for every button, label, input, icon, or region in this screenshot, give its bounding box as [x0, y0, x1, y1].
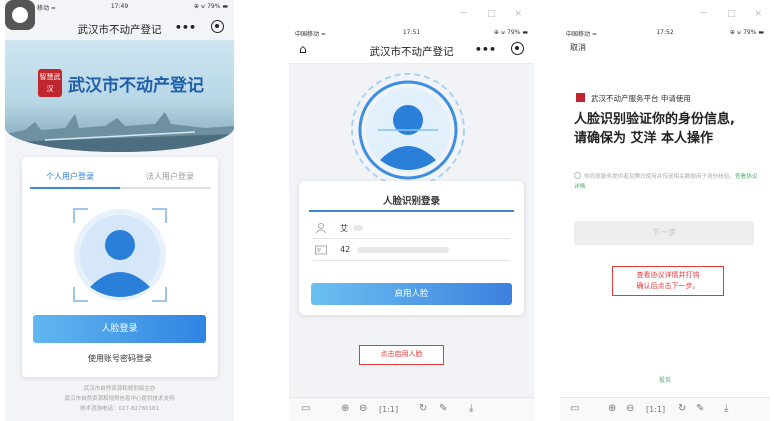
tab-corporate[interactable]: 法人用户登录 — [146, 171, 194, 182]
fit-icon[interactable]: [1:1] — [646, 405, 665, 414]
footer-line: 武汉市自然资源和规划信息中心提供技术支持 — [64, 396, 175, 402]
zoom-in-icon[interactable]: ⊕ — [341, 403, 349, 414]
footer-line: 武汉市自然资源和规划局主办 — [83, 386, 156, 392]
fit-icon[interactable]: [1:1] — [379, 405, 398, 414]
viewer-toolbar: ▭ ⊕ ⊖ [1:1] ↻ ✎ ⤓ — [560, 397, 770, 421]
heading-line: 请确保为 艾洋 本人操作 — [574, 131, 714, 146]
more-icon[interactable]: ••• — [475, 43, 496, 56]
login-card: 个人用户登录 法人用户登录 人脸登录 使用账号密码登录 — [22, 157, 218, 377]
login-tabs: 个人用户登录 法人用户登录 — [30, 167, 210, 189]
complaint-link[interactable]: 投诉 — [560, 375, 770, 384]
zoom-out-icon[interactable]: ⊖ — [626, 403, 634, 414]
footer-line: 技术咨询电话：027-82780181 — [80, 406, 159, 412]
platform-text: 武汉不动产服务平台 申请使用 — [591, 94, 691, 103]
banner-title: 武汉市不动产登记 — [68, 76, 204, 96]
rotate-icon[interactable]: ↻ — [419, 403, 427, 414]
status-bar: 中国移动 ≈ 17:52 ⊕ ⊍ 79% ▬ — [560, 26, 770, 40]
battery-label: ⊕ ⊍ 79% ▬ — [729, 29, 764, 36]
id-card-icon — [315, 245, 327, 255]
user-icon — [315, 223, 327, 233]
window-icon[interactable]: ▭ — [570, 403, 579, 414]
name-value: 艾 — [340, 224, 348, 233]
pen-icon[interactable]: ✎ — [696, 403, 704, 414]
cancel-button[interactable]: 取消 — [570, 42, 586, 53]
agreement-checkbox[interactable] — [574, 172, 581, 179]
face-scan-icon — [351, 73, 465, 187]
window-controls[interactable]: － □ × — [459, 6, 530, 19]
rotate-icon[interactable]: ↻ — [678, 403, 686, 414]
id-value: 42 — [340, 245, 351, 254]
platform-line: 武汉不动产服务平台 申请使用 — [576, 93, 691, 104]
viewer-toolbar: ▭ ⊕ ⊖ [1:1] ↻ ✎ ⤓ — [289, 397, 534, 421]
tab-personal[interactable]: 个人用户登录 — [46, 171, 94, 182]
more-icon[interactable]: ••• — [175, 21, 196, 34]
close-miniapp-icon[interactable] — [511, 42, 524, 55]
close-miniapp-icon[interactable] — [211, 20, 224, 33]
pen-icon[interactable]: ✎ — [439, 403, 447, 414]
nav-title: 武汉市不动产登记 — [77, 24, 162, 36]
next-button[interactable]: 下一步 — [574, 221, 754, 245]
agreement-text: 你同意服务提供者及腾讯使用并传送相关数据用于身份核验。 — [584, 174, 736, 180]
window-icon[interactable]: ▭ — [301, 403, 310, 414]
inactive-tab-underline — [120, 187, 210, 189]
nav-bar: 武汉市不动产登记 ••• — [5, 16, 234, 40]
nav-title: 武汉市不动产登记 — [369, 46, 454, 58]
footer: 武汉市自然资源和规划局主办 武汉市自然资源和规划信息中心提供技术支持 技术咨询电… — [5, 384, 234, 414]
zoom-in-icon[interactable]: ⊕ — [608, 403, 616, 414]
battery-label: ⊕ ⊍ 79% ▬ — [193, 3, 228, 10]
heading-line: 人脸识别验证你的身份信息, — [574, 112, 735, 127]
face-login-button[interactable]: 人脸登录 — [33, 315, 206, 343]
phone-screen-face-enable: 中国移动 ≈ 17:51 ⊕ ⊍ 79% ▬ － □ × 中国移动 ≈ 17:5… — [289, 0, 534, 421]
agreement: 你同意服务提供者及腾讯使用并传送相关数据用于身份核验。查看协议详情 — [574, 172, 759, 192]
face-login-card: 人脸识别登录 艾 42 启用人脸 — [299, 181, 524, 315]
name-field[interactable]: 艾 — [313, 219, 510, 239]
platform-logo-icon — [576, 93, 585, 102]
face-portrait-icon — [73, 208, 167, 302]
card-title: 人脸识别登录 — [382, 196, 440, 207]
hint-annotation: 点击启用人脸 — [359, 345, 444, 365]
hint-line: 确认后点击下一步。 — [636, 282, 700, 290]
phone-screen-login: 移动 ≈ 17:49 ⊕ ⊍ 79% ▬ 武汉市不动产登记 ••• 智慧武汉 武… — [5, 0, 234, 421]
card-title-underline — [309, 210, 514, 212]
city-skyline-image — [5, 112, 234, 152]
battery-label: ⊕ ⊍ 79% ▬ — [493, 29, 528, 36]
nav-bar: ⌂ 武汉市不动产登记 ••• — [289, 38, 534, 62]
verify-heading: 人脸识别验证你的身份信息, 请确保为 艾洋 本人操作 — [574, 110, 735, 148]
account-password-login-link[interactable]: 使用账号密码登录 — [22, 353, 218, 364]
window-controls[interactable]: － □ × — [699, 6, 770, 19]
redacted-text — [353, 225, 363, 231]
hint-annotation: 查看协议详情并打钩 确认后点击下一步。 — [612, 266, 724, 296]
status-bar: 移动 ≈ 17:49 ⊕ ⊍ 79% ▬ — [5, 0, 234, 14]
download-icon[interactable]: ⤓ — [469, 403, 473, 414]
download-icon[interactable]: ⤓ — [724, 403, 728, 414]
id-field[interactable]: 42 — [313, 241, 510, 261]
phone-screen-verify: － □ × 中国移动 ≈ 17:52 ⊕ ⊍ 79% ▬ 取消 武汉不动产服务平… — [560, 0, 770, 421]
logo-seal: 智慧武汉 — [38, 69, 62, 97]
active-tab-underline — [30, 187, 120, 189]
redacted-text — [357, 247, 449, 253]
enable-face-button[interactable]: 启用人脸 — [311, 283, 512, 305]
zoom-out-icon[interactable]: ⊖ — [359, 403, 367, 414]
banner: 智慧武汉 武汉市不动产登记 — [5, 40, 234, 152]
hint-line: 查看协议详情并打钩 — [636, 271, 700, 279]
